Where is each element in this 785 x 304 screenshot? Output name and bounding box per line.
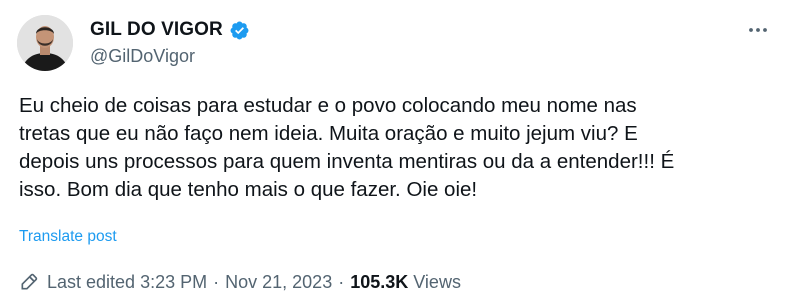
translate-post-link[interactable]: Translate post: [19, 228, 117, 246]
meta-separator: ·: [213, 271, 220, 292]
author-row: GIL DO VIGOR: [90, 17, 250, 43]
post-time[interactable]: 3:23 PM: [140, 272, 207, 293]
post-date[interactable]: Nov 21, 2023: [225, 272, 332, 293]
pencil-icon: [19, 272, 39, 292]
verified-badge-icon: [229, 20, 250, 41]
views-label: Views: [413, 271, 461, 292]
tweet-card: GIL DO VIGOR @GilDoVigor Eu cheio de coi…: [0, 0, 785, 304]
avatar[interactable]: [17, 15, 73, 71]
tweet-meta: Last edited 3:23 PM · Nov 21, 2023 · 105…: [19, 270, 461, 294]
more-options-icon[interactable]: [745, 20, 771, 40]
author-handle[interactable]: @GilDoVigor: [90, 46, 195, 67]
views-count: 105.3K: [350, 271, 409, 292]
meta-separator-2: ·: [338, 271, 345, 292]
edited-label[interactable]: Last edited: [47, 272, 135, 293]
author-name[interactable]: GIL DO VIGOR: [90, 19, 223, 41]
tweet-text: Eu cheio de coisas para estudar e o povo…: [19, 94, 675, 201]
avatar-image: [17, 15, 73, 71]
